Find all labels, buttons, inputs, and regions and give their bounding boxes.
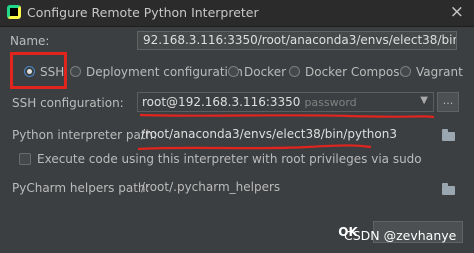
pycharm-app-icon	[7, 5, 21, 19]
name-label: Name:	[10, 34, 50, 48]
folder-icon[interactable]	[442, 183, 455, 195]
ssh-configuration-dropdown[interactable]: root@192.168.3.116:3350 password ▼	[137, 92, 434, 112]
radio-docker[interactable]: Docker	[228, 62, 286, 82]
radio-vagrant-indicator	[400, 65, 411, 77]
sudo-checkbox[interactable]	[19, 153, 31, 165]
radio-vagrant-label: Vagrant	[416, 65, 463, 79]
radio-docker-indicator	[228, 65, 239, 77]
ssh-auth-hint: password	[304, 96, 357, 109]
chevron-down-icon: ▼	[420, 95, 428, 106]
window-title: Configure Remote Python Interpreter	[27, 5, 259, 20]
python-interpreter-path-label: Python interpreter path:	[12, 128, 158, 142]
radio-docker-label: Docker	[244, 65, 287, 79]
pycharm-helpers-path-label: PyCharm helpers path:	[12, 181, 150, 195]
radio-deployment-indicator	[70, 65, 81, 77]
interpreter-type-radio-group: SSH Deployment configuration Docker Dock…	[0, 62, 474, 82]
radio-docker-compose-indicator	[289, 65, 300, 77]
ssh-highlight-annotation	[10, 52, 67, 89]
pycharm-helpers-path-input[interactable]: /root/.pycharm_helpers	[137, 177, 434, 197]
folder-icon[interactable]	[442, 129, 455, 141]
ssh-configuration-label: SSH configuration:	[12, 96, 124, 110]
name-input[interactable]: 92.168.3.116:3350/root/anaconda3/envs/el…	[137, 31, 457, 50]
radio-deployment-configuration[interactable]: Deployment configuration	[70, 62, 243, 82]
radio-docker-compose[interactable]: Docker Compose	[289, 62, 407, 82]
watermark-text: CSDN @zevhanye	[344, 228, 457, 243]
sudo-checkbox-label: Execute code using this interpreter with…	[37, 152, 422, 166]
python-interpreter-path-input[interactable]: /root/anaconda3/envs/elect38/bin/python3	[137, 124, 434, 144]
ssh-configuration-browse-button[interactable]: ...	[437, 92, 459, 112]
title-bar: Configure Remote Python Interpreter ×	[0, 0, 474, 27]
radio-docker-compose-label: Docker Compose	[305, 65, 407, 79]
close-icon[interactable]: ×	[450, 2, 464, 22]
ssh-configuration-value: root@192.168.3.116:3350	[142, 95, 301, 109]
radio-vagrant[interactable]: Vagrant	[400, 62, 463, 82]
radio-deployment-label: Deployment configuration	[86, 65, 243, 79]
ssh-underline-annotation	[139, 113, 435, 119]
